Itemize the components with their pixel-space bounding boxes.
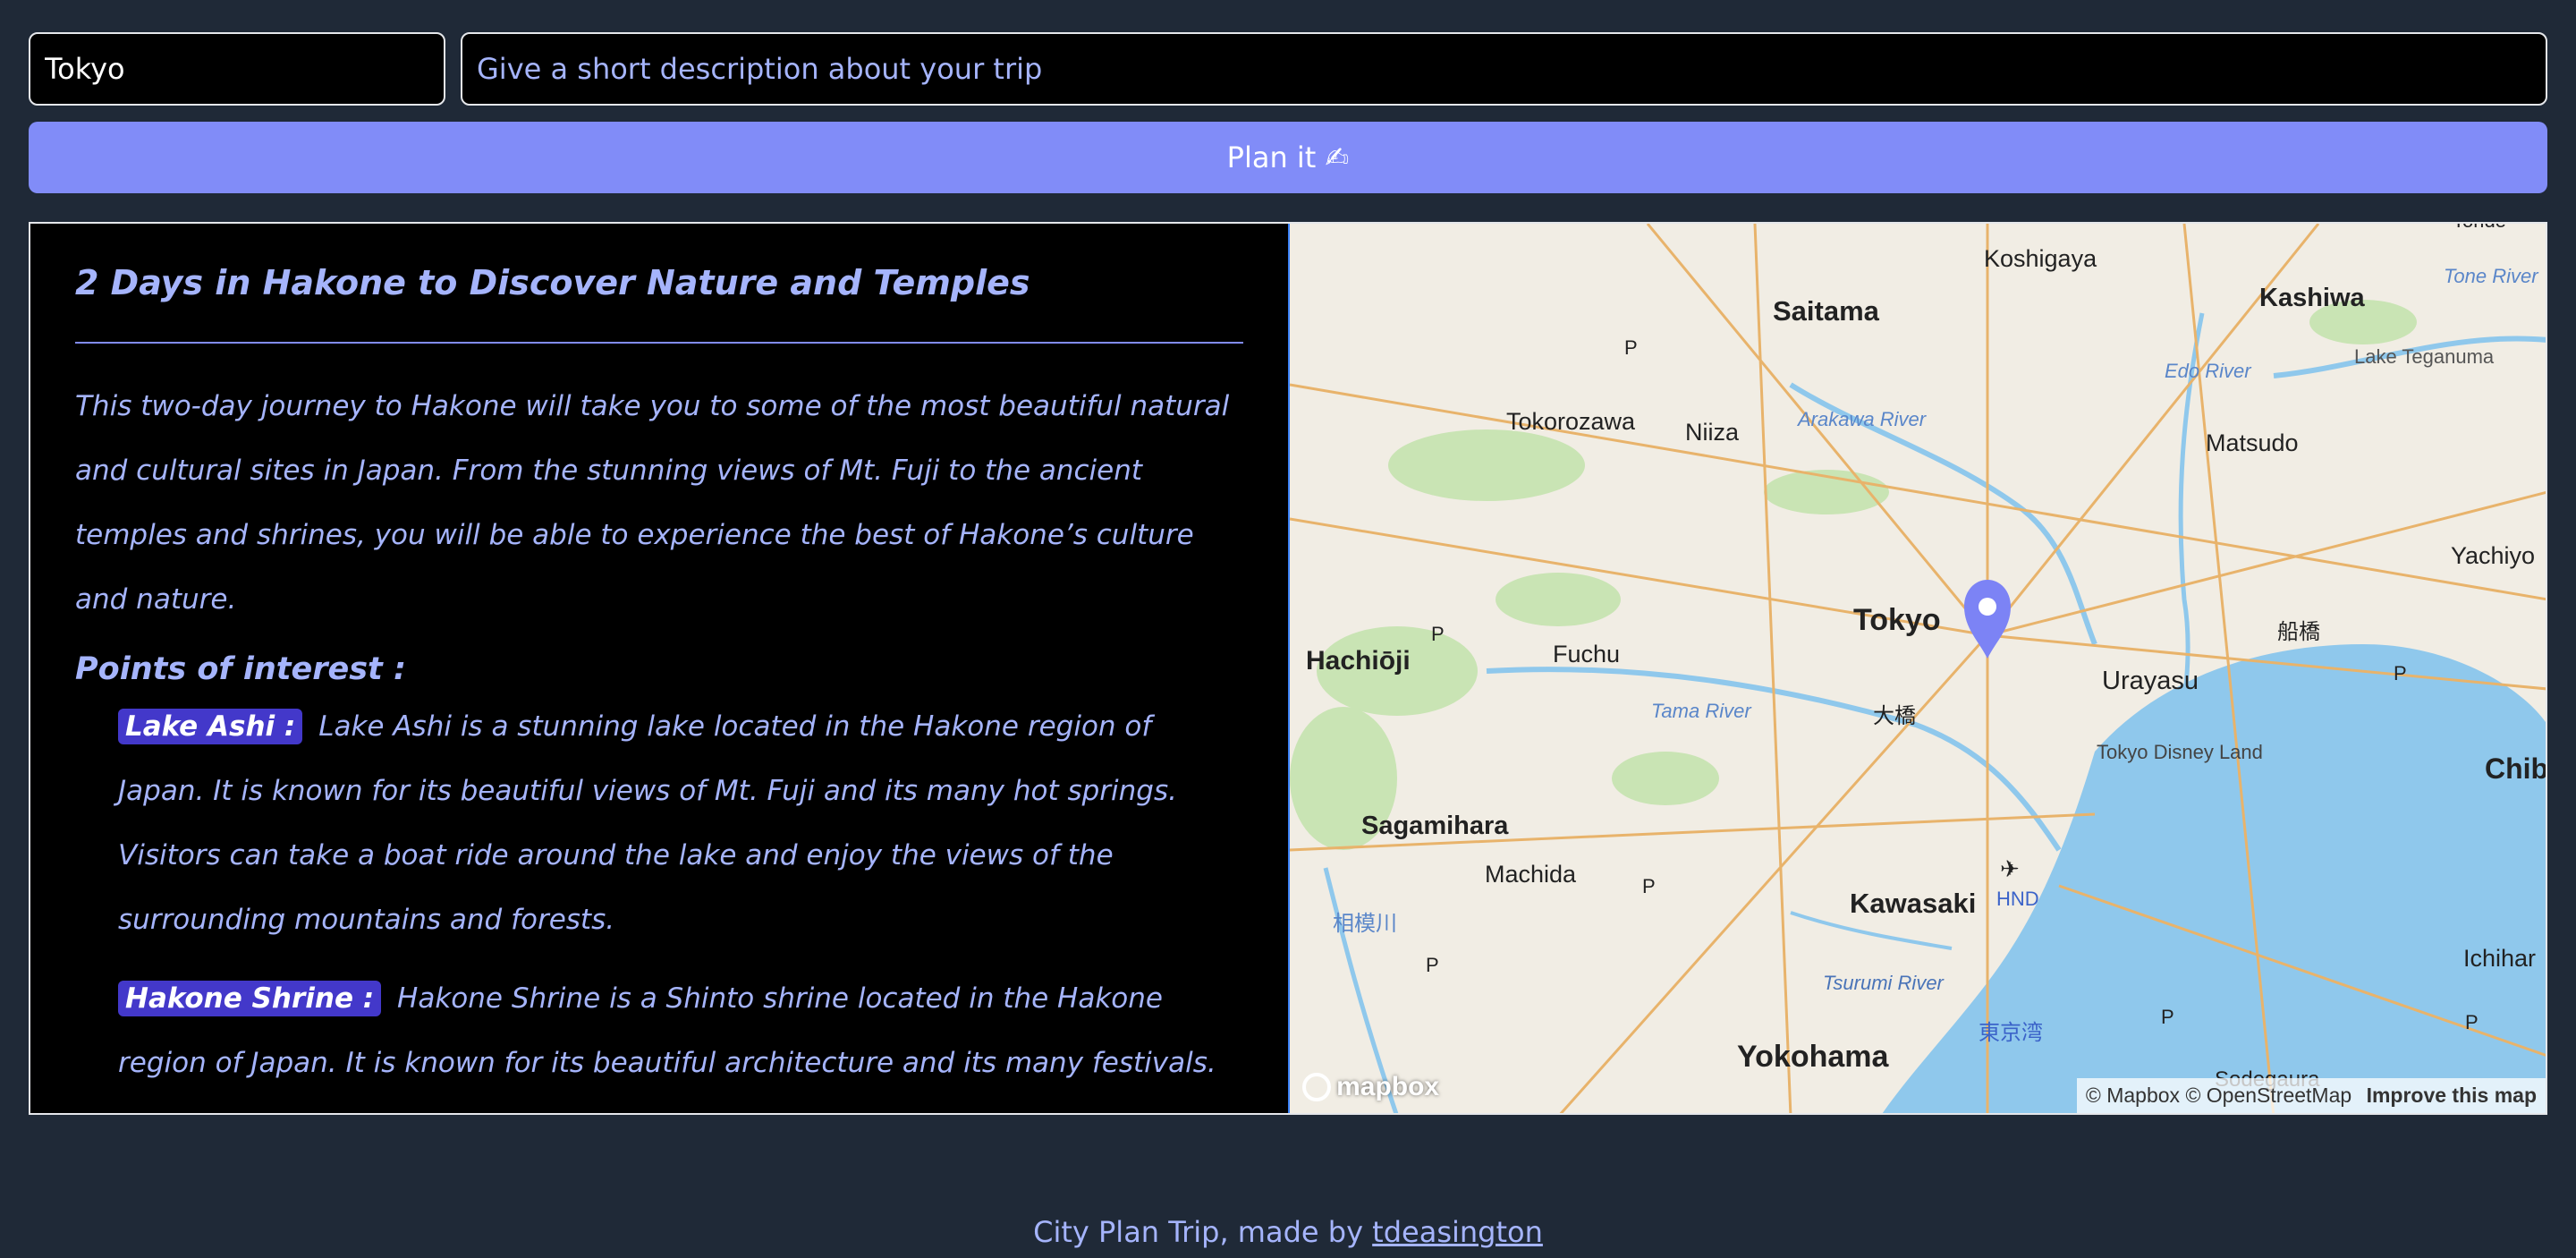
map-label: Edo River xyxy=(2165,360,2252,382)
map-label: 大橋 xyxy=(1873,704,1916,728)
map-label: Urayasu xyxy=(2102,667,2199,695)
mapbox-logo-text: mapbox xyxy=(1336,1072,1440,1101)
map-label: Kashiwa xyxy=(2259,284,2366,312)
footer: City Plan Trip, made by tdeasington xyxy=(0,1215,2576,1249)
parking-icon: P xyxy=(1426,954,1439,976)
points-of-interest-list: Lake Ashi : Lake Ashi is a stunning lake… xyxy=(75,694,1243,1113)
plan-it-button[interactable]: Plan it ✍ xyxy=(29,122,2547,193)
city-input[interactable] xyxy=(29,32,445,106)
map-label: HND xyxy=(1996,888,2039,910)
trip-plan[interactable]: 2 Days in Hakone to Discover Nature and … xyxy=(30,224,1289,1113)
map-view[interactable]: Koshigaya Saitama Kashiwa Tone River Edo… xyxy=(1288,224,2546,1113)
map-label: 相模川 xyxy=(1333,912,1397,936)
map-label: Hachiōji xyxy=(1306,646,1411,676)
parking-icon: P xyxy=(2465,1011,2479,1033)
map-label: Matsudo xyxy=(2206,429,2299,456)
mapbox-logo[interactable]: mapbox xyxy=(1302,1072,1439,1102)
parking-icon: P xyxy=(1642,875,1656,897)
osm-attribution-link[interactable]: © OpenStreetMap xyxy=(2185,1084,2351,1107)
trip-title: 2 Days in Hakone to Discover Nature and … xyxy=(75,263,1244,344)
map-label: Ichihar xyxy=(2463,945,2536,972)
map-canvas[interactable]: Koshigaya Saitama Kashiwa Tone River Edo… xyxy=(1290,224,2546,1113)
poi-item: Hakone Shrine : Hakone Shrine is a Shint… xyxy=(118,966,1243,1113)
map-label: Niiza xyxy=(1685,419,1740,446)
parking-icon: P xyxy=(1624,336,1638,359)
map-label: Tama River xyxy=(1651,700,1752,722)
points-of-interest-heading: Points of interest : xyxy=(75,651,406,687)
map-label: Tokorozawa xyxy=(1506,408,1636,435)
footer-text: City Plan Trip, made by xyxy=(1033,1215,1373,1249)
map-label: 船橋 xyxy=(2277,620,2320,644)
map-label: 東京湾 xyxy=(1979,1021,2043,1045)
map-label: Saitama xyxy=(1773,295,1880,327)
map-label: Tokyo xyxy=(1853,603,1941,637)
poi-name-badge: Lake Ashi : xyxy=(118,709,303,744)
map-label: Yokohama xyxy=(1737,1040,1890,1074)
map-label: Toride xyxy=(2453,224,2506,232)
map-label: Yachiyo xyxy=(2451,542,2535,569)
map-label: Arakawa River xyxy=(1796,408,1928,430)
author-link[interactable]: tdeasington xyxy=(1372,1215,1543,1249)
mapbox-attribution-link[interactable]: © Mapbox xyxy=(2086,1084,2180,1107)
map-label: Kawasaki xyxy=(1850,888,1976,919)
results-panel: 2 Days in Hakone to Discover Nature and … xyxy=(29,222,2547,1115)
parking-icon: P xyxy=(2394,662,2407,684)
map-label: Chib xyxy=(2485,752,2546,785)
map-label: Koshigaya xyxy=(1984,245,2097,272)
mapbox-logo-icon xyxy=(1302,1073,1332,1101)
trip-description: This two-day journey to Hakone will take… xyxy=(75,390,1230,616)
improve-map-link[interactable]: Improve this map xyxy=(2367,1084,2537,1107)
map-label: Tokyo Disney Land xyxy=(2097,741,2263,763)
poi-item: Lake Ashi : Lake Ashi is a stunning lake… xyxy=(118,694,1243,952)
map-label: Lake Teganuma xyxy=(2354,345,2495,368)
map-label: Sagamihara xyxy=(1361,812,1509,840)
parking-icon: P xyxy=(2161,1006,2174,1028)
map-label: Machida xyxy=(1485,861,1577,888)
trip-description-input[interactable] xyxy=(461,32,2547,106)
parking-icon: P xyxy=(1431,623,1445,645)
map-label: Fuchu xyxy=(1553,641,1620,667)
poi-name-badge: Hakone Shrine : xyxy=(118,981,382,1016)
map-label: Tone River xyxy=(2444,265,2539,287)
airport-icon: ✈ xyxy=(2000,855,2020,882)
map-label: Tsurumi River xyxy=(1823,972,1945,994)
map-attribution: © Mapbox © OpenStreetMap Improve this ma… xyxy=(2076,1078,2546,1113)
